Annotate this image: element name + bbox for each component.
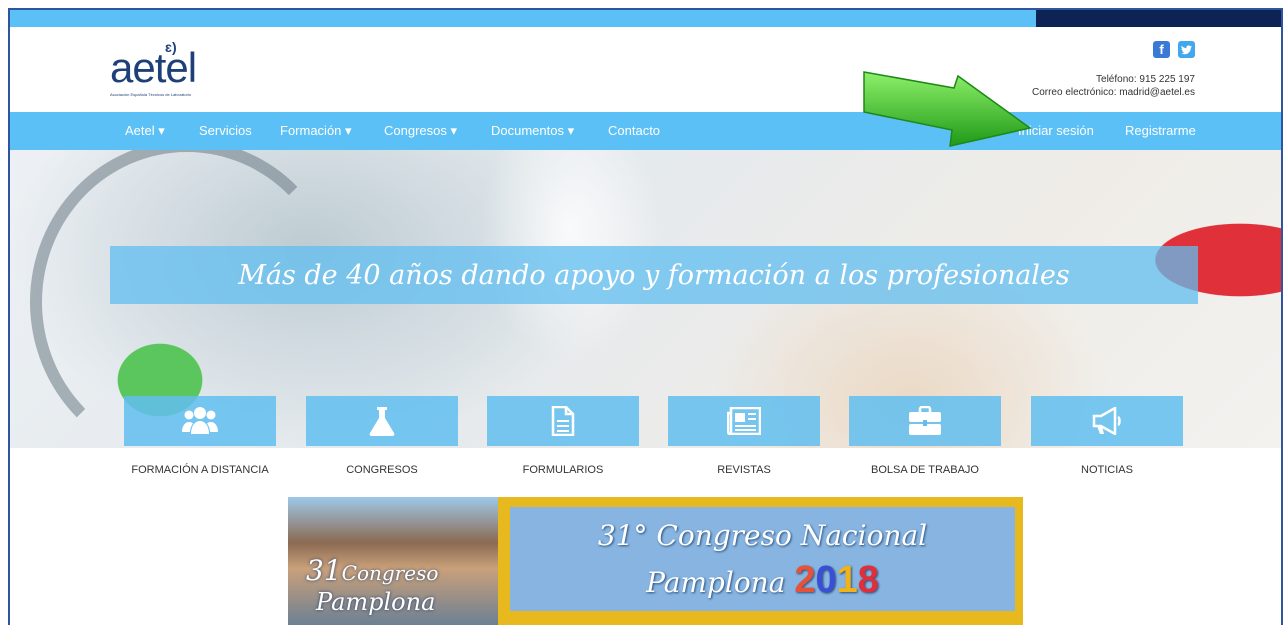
ad-year-digit: 0 <box>815 559 837 601</box>
nav-item-aetel[interactable]: Aetel ▾ <box>125 123 165 139</box>
flask-icon <box>369 407 395 436</box>
logo-tagline: Asociación Española Técnicos de Laborato… <box>110 92 192 97</box>
tile-label-formacion[interactable]: FORMACIÓN A DISTANCIA <box>105 464 295 476</box>
ad-year-digit: 1 <box>836 559 858 601</box>
tile-congresos[interactable] <box>306 396 458 446</box>
tile-label-noticias[interactable]: NOTICIAS <box>1012 464 1202 476</box>
ad-title-line2: Pamplona 2018 <box>510 559 1015 602</box>
ad-title-line1: 31° Congreso Nacional <box>597 519 928 552</box>
ad-left-pamplona: Pamplona <box>316 588 436 616</box>
tile-formularios[interactable] <box>487 396 639 446</box>
nav-item-contacto[interactable]: Contacto <box>608 123 660 138</box>
tile-bolsa-trabajo[interactable] <box>849 396 1001 446</box>
slogan-text: Más de 40 años dando apoyo y formación a… <box>238 259 1070 291</box>
social-links: f <box>1153 41 1195 58</box>
twitter-icon[interactable] <box>1178 41 1195 58</box>
nav-item-documentos[interactable]: Documentos ▾ <box>491 123 574 139</box>
browser-page: ɛ) aetel Asociación Española Técnicos de… <box>8 8 1283 625</box>
phone-text: Teléfono: 915 225 197 <box>1096 74 1195 85</box>
register-link[interactable]: Registrarme <box>1125 123 1196 138</box>
megaphone-icon <box>1092 407 1121 435</box>
email-text[interactable]: Correo electrónico: madrid@aetel.es <box>1032 86 1195 99</box>
nav-item-formacion[interactable]: Formación ▾ <box>280 123 352 139</box>
ad-inner: 31° Congreso Nacional Pamplona 2018 <box>510 507 1015 611</box>
nav-item-servicios[interactable]: Servicios <box>199 123 252 138</box>
users-icon <box>182 407 218 434</box>
tile-label-revistas[interactable]: REVISTAS <box>649 464 839 476</box>
ad-pamplona-text: Pamplona <box>646 566 786 599</box>
logo-text: aetel <box>110 44 197 91</box>
logo[interactable]: ɛ) aetel Asociación Española Técnicos de… <box>110 39 220 99</box>
facebook-icon[interactable]: f <box>1153 41 1170 58</box>
tile-formacion-distancia[interactable] <box>124 396 276 446</box>
main-nav: Aetel ▾ Servicios Formación ▾ Congresos … <box>10 112 1281 150</box>
tile-revistas[interactable] <box>668 396 820 446</box>
nav-item-congresos[interactable]: Congresos ▾ <box>384 123 457 139</box>
ad-year-digit: 8 <box>857 559 879 601</box>
tile-noticias[interactable] <box>1031 396 1183 446</box>
header: ɛ) aetel Asociación Española Técnicos de… <box>10 27 1281 112</box>
top-bar-dark <box>1036 10 1281 27</box>
tile-label-formularios[interactable]: FORMULARIOS <box>468 464 658 476</box>
tile-label-bolsa[interactable]: BOLSA DE TRABAJO <box>830 464 1020 476</box>
tile-label-congresos[interactable]: CONGRESOS <box>287 464 477 476</box>
newspaper-icon <box>727 407 761 435</box>
contact-info: Teléfono: 915 225 197 Correo electrónico… <box>1032 73 1195 99</box>
congress-banner[interactable]: 31Congreso Pamplona 31° Congreso Naciona… <box>288 497 1023 625</box>
green-arrow-icon <box>863 71 1032 147</box>
ad-left-number: 31 <box>306 554 342 587</box>
ad-left-congreso: Congreso <box>341 561 439 585</box>
ad-year-digit: 2 <box>794 559 816 601</box>
ad-title-panel: 31° Congreso Nacional Pamplona 2018 <box>498 497 1023 625</box>
briefcase-icon <box>909 406 941 435</box>
slogan-banner: Más de 40 años dando apoyo y formación a… <box>110 246 1198 304</box>
pamplona-photo: 31Congreso Pamplona <box>288 497 498 625</box>
ad-left-text: 31Congreso Pamplona <box>306 554 439 617</box>
document-icon <box>551 406 575 436</box>
